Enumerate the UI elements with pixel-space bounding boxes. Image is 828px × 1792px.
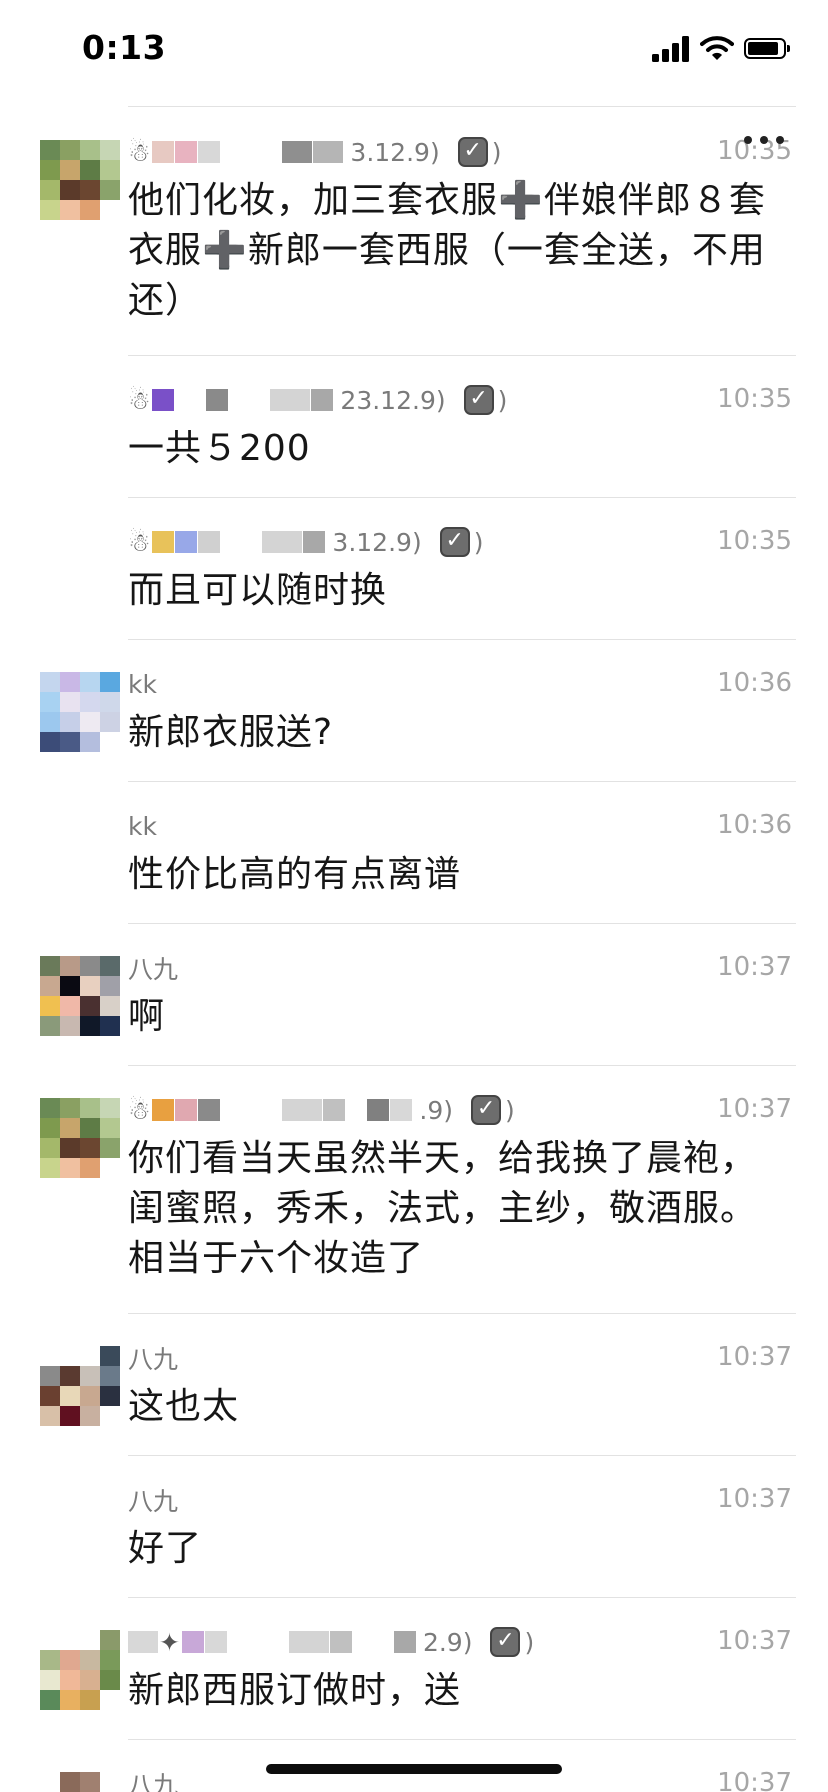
- message-time: 10:37: [717, 1094, 792, 1124]
- message-text: 啊: [128, 996, 166, 1037]
- avatar[interactable]: [40, 1630, 120, 1710]
- message-time: 10:37: [717, 952, 792, 982]
- message-item[interactable]: ☃ .9) ✓) 10:37 你们看当天虽然半天，给我换了晨袍，闺蜜照，秀禾，法…: [0, 1082, 828, 1314]
- sender-name: ✦ 2.9) ✓): [128, 1626, 534, 1658]
- sender-name: ☃ .9) ✓): [128, 1095, 515, 1125]
- divider: [128, 497, 796, 498]
- ellipsis-icon[interactable]: [744, 136, 792, 146]
- message-time: 10:37: [717, 1626, 792, 1656]
- message-item[interactable]: 八九 10:37 啊: [0, 940, 828, 1066]
- sender-name: 八九: [128, 1487, 179, 1516]
- message-time: 10:37: [717, 1768, 792, 1792]
- avatar[interactable]: [40, 1346, 120, 1426]
- wifi-icon: [700, 36, 734, 60]
- divider: [128, 1597, 796, 1598]
- status-time: 0:13: [82, 28, 167, 67]
- sender-name: kk: [128, 669, 157, 699]
- sender-name: 八九: [128, 955, 179, 984]
- sender-name: 八九: [128, 1345, 179, 1374]
- ghost-icon: ☃: [128, 385, 151, 415]
- sender-name: kk: [128, 811, 157, 841]
- message-time: 10:35: [717, 526, 792, 556]
- divider: [128, 1455, 796, 1456]
- checkbox-icon: ✓: [490, 1627, 521, 1657]
- message-time: 10:35: [717, 384, 792, 414]
- sender-name: ☃ 3.12.9) ✓): [128, 137, 502, 167]
- divider: [128, 1313, 796, 1314]
- message-text: 一共５200: [128, 428, 311, 469]
- party-icon: ✦: [159, 1627, 180, 1657]
- divider: [128, 355, 796, 356]
- checkbox-icon: ✓: [457, 137, 488, 167]
- sender-name: 八九: [128, 1771, 179, 1792]
- avatar[interactable]: [40, 1772, 120, 1792]
- sender-name: ☃ 3.12.9) ✓): [128, 527, 484, 557]
- battery-icon: [744, 38, 790, 59]
- sender-name: ☃ 23.12.9) ✓): [128, 385, 508, 415]
- status-bar: 0:13: [0, 0, 828, 100]
- message-item[interactable]: 八九 10:37: [0, 1756, 828, 1792]
- message-text: 你们看当天虽然半天，给我换了晨袍，闺蜜照，秀禾，法式，主纱，敬酒服。相当于六个妆…: [128, 1138, 758, 1279]
- avatar[interactable]: [40, 1098, 120, 1178]
- ghost-icon: ☃: [128, 137, 151, 167]
- message-text: 这也太: [128, 1386, 240, 1427]
- checkbox-icon: ✓: [471, 1095, 502, 1125]
- message-item[interactable]: ☃ 3.12.9) ✓) 10:35 而且可以随时换: [0, 514, 828, 640]
- divider: [128, 781, 796, 782]
- ghost-icon: ☃: [128, 1095, 151, 1125]
- checkbox-icon: ✓: [463, 385, 494, 415]
- message-item[interactable]: 八九 10:37 这也太: [0, 1330, 828, 1456]
- message-item[interactable]: ✦ 2.9) ✓) 10:37 新郎西服订做时，送: [0, 1614, 828, 1740]
- divider: [128, 923, 796, 924]
- divider: [128, 1065, 796, 1066]
- signal-bars-icon: [652, 36, 692, 62]
- ghost-icon: ☃: [128, 527, 151, 557]
- avatar[interactable]: [40, 956, 120, 1036]
- divider: [128, 639, 796, 640]
- message-text: 而且可以随时换: [128, 570, 388, 611]
- message-time: 10:36: [717, 810, 792, 840]
- message-item[interactable]: ☃ 3.12.9) ✓) 10:35 他们化妆，加三套衣服➕伴娘伴郎８套衣服➕新…: [0, 124, 828, 356]
- message-text: 他们化妆，加三套衣服➕伴娘伴郎８套衣服➕新郎一套西服（一套全送，不用还）: [128, 180, 766, 321]
- message-item[interactable]: kk 10:36 性价比高的有点离谱: [0, 798, 828, 924]
- checkbox-icon: ✓: [439, 527, 470, 557]
- avatar[interactable]: [40, 140, 120, 220]
- divider: [128, 1739, 796, 1740]
- message-text: 好了: [128, 1528, 203, 1569]
- divider: [128, 106, 796, 107]
- message-item[interactable]: kk 10:36 新郎衣服送?: [0, 656, 828, 782]
- message-time: 10:37: [717, 1342, 792, 1372]
- home-indicator[interactable]: [266, 1764, 562, 1774]
- message-time: 10:37: [717, 1484, 792, 1514]
- message-item[interactable]: ☃ 23.12.9) ✓) 10:35 一共５200: [0, 372, 828, 498]
- message-text: 新郎衣服送?: [128, 712, 334, 753]
- message-text: 性价比高的有点离谱: [128, 854, 462, 895]
- avatar[interactable]: [40, 672, 120, 752]
- message-item[interactable]: 八九 10:37 好了: [0, 1472, 828, 1598]
- message-text: 新郎西服订做时，送: [128, 1670, 462, 1711]
- message-time: 10:36: [717, 668, 792, 698]
